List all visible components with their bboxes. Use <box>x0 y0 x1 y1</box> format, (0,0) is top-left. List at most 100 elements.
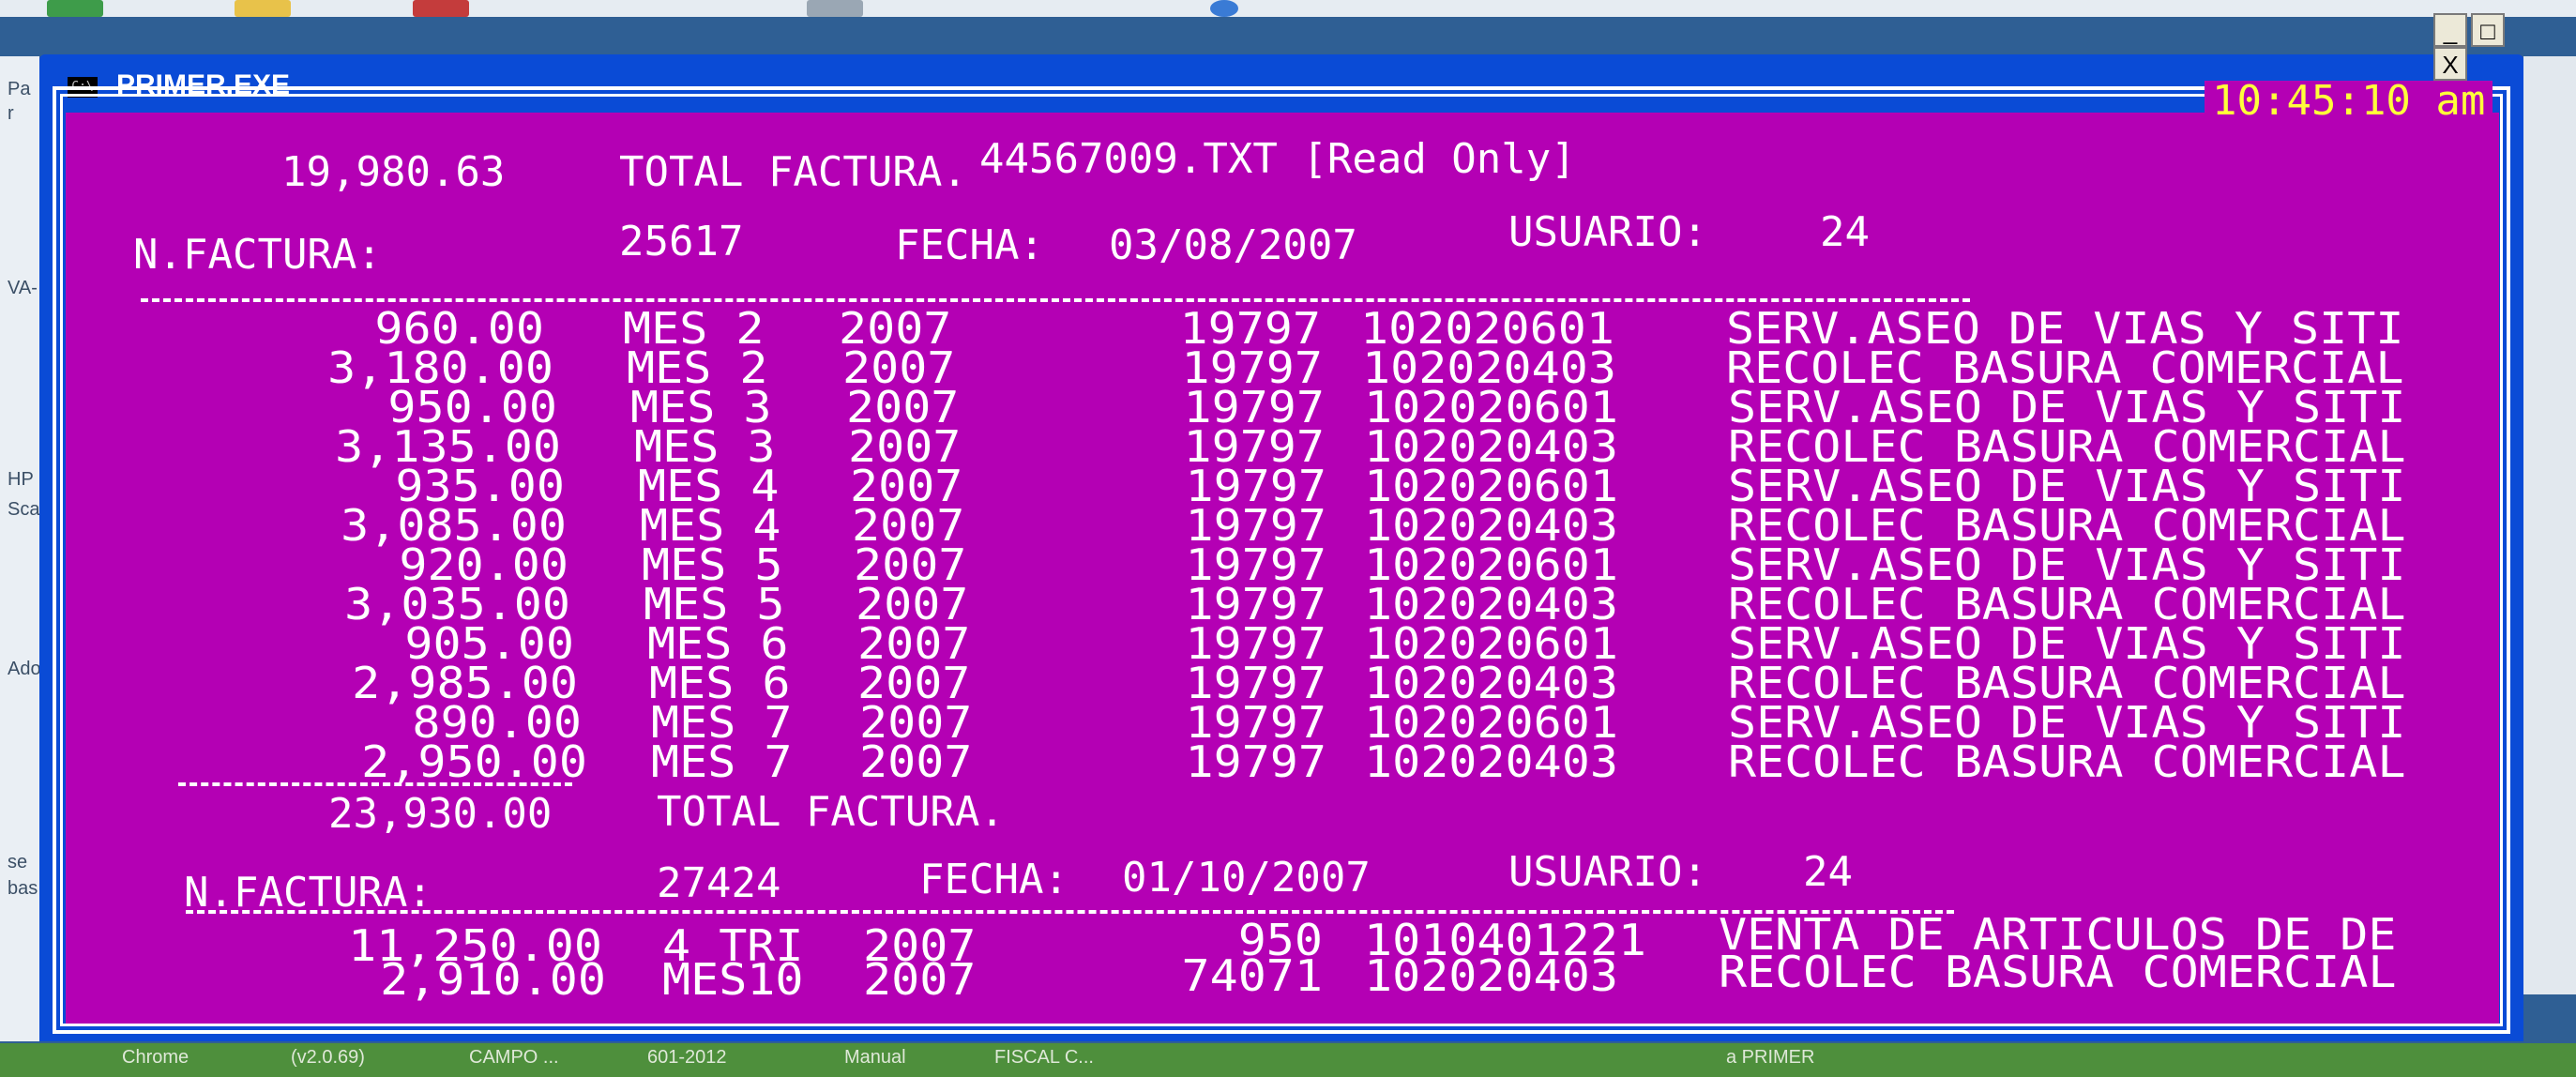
invoice-number-label: N.FACTURA: <box>133 231 382 279</box>
invoice-total: 23,930.00 <box>328 790 553 838</box>
taskbar-item[interactable]: 601-2012 <box>647 1047 727 1069</box>
desktop-globe-icon[interactable] <box>1210 0 1238 17</box>
row-account: 102020601 <box>1360 303 1614 354</box>
taskbar-item[interactable]: Chrome <box>122 1047 189 1069</box>
desktop-shortcut-icon[interactable] <box>47 0 103 17</box>
desktop-app-icon[interactable] <box>413 0 469 17</box>
row-year: 2007 <box>857 658 971 708</box>
invoice-user-label: USUARIO: <box>1508 848 1707 896</box>
window-controls: _ □X <box>2433 13 2523 81</box>
taskbar-item[interactable]: (v2.0.69) <box>291 1047 365 1069</box>
taskbar-item[interactable]: Manual <box>844 1047 906 1069</box>
row-year: 2007 <box>857 618 971 669</box>
row-user-code: 19797 <box>1185 539 1326 590</box>
row-year: 2007 <box>863 954 977 1005</box>
taskbar-item[interactable]: a PRIMER <box>1726 1047 1814 1069</box>
invoice-date: 01/10/2007 <box>1122 854 1371 902</box>
desktop-document-icon[interactable] <box>807 0 863 17</box>
row-amount: 2,950.00 <box>361 736 587 787</box>
row-year: 2007 <box>854 539 967 590</box>
row-account: 102020403 <box>1364 736 1618 787</box>
row-account: 102020601 <box>1364 539 1618 590</box>
row-period: MES 4 <box>640 500 781 551</box>
invoice-user: 24 <box>1803 848 1853 896</box>
row-period: MES 7 <box>651 697 793 748</box>
row-amount: 3,135.00 <box>335 421 561 472</box>
header-separator <box>141 298 1970 302</box>
desktop-left-edge: Pa r VA- HP Sca Ado se bas <box>0 56 41 1041</box>
row-concept: RECOLEC BASURA COMERCIAL <box>1726 342 2404 393</box>
row-user-code: 19797 <box>1183 382 1325 432</box>
row-account: 102020601 <box>1364 697 1618 748</box>
row-user-code: 19797 <box>1179 303 1321 354</box>
desktop-icon-label[interactable]: VA- <box>8 278 38 299</box>
row-concept: RECOLEC BASURA COMERCIAL <box>1728 579 2406 630</box>
row-account: 102020403 <box>1364 421 1618 472</box>
row-account: 102020403 <box>1364 579 1618 630</box>
row-period: MES10 <box>662 954 804 1005</box>
row-period: MES 3 <box>630 382 772 432</box>
row-user-code: 19797 <box>1185 500 1326 551</box>
taskbar-item[interactable]: FISCAL C... <box>994 1047 1094 1069</box>
desktop-icon-label[interactable]: Ado <box>8 659 41 680</box>
row-amount: 3,085.00 <box>341 500 567 551</box>
desktop-icon-label[interactable]: se <box>8 852 27 873</box>
invoice-date-label: FECHA: <box>895 221 1044 269</box>
row-concept: RECOLEC BASURA COMERCIAL <box>1728 658 2406 708</box>
row-period: MES 3 <box>634 421 776 472</box>
desktop-right-edge <box>2523 56 2576 994</box>
row-concept: RECOLEC BASURA COMERCIAL <box>1719 947 2397 997</box>
invoice-total-label: TOTAL FACTURA. <box>657 788 1005 836</box>
row-period: MES 5 <box>642 539 783 590</box>
row-year: 2007 <box>846 382 960 432</box>
row-amount: 2,985.00 <box>352 658 578 708</box>
invoice-number: 27424 <box>657 859 781 907</box>
invoice-user-label: USUARIO: <box>1508 208 1707 256</box>
row-year: 2007 <box>848 421 962 472</box>
invoice-number-label: N.FACTURA: <box>184 869 432 917</box>
desktop-icon-label[interactable]: Pa <box>8 79 30 100</box>
row-concept: SERV.ASEO DE VIAS Y SITI <box>1728 461 2406 511</box>
row-account: 102020403 <box>1364 500 1618 551</box>
file-title: 44567009.TXT [Read Only] <box>924 98 1582 183</box>
row-user-code: 19797 <box>1185 461 1326 511</box>
close-button[interactable]: X <box>2433 47 2467 81</box>
row-concept: SERV.ASEO DE VIAS Y SITI <box>1728 539 2406 590</box>
row-amount: 960.00 <box>374 303 544 354</box>
row-account: 102020403 <box>1364 950 1618 1001</box>
clock: 10:45:10 am <box>2205 81 2493 122</box>
row-concept: RECOLEC BASURA COMERCIAL <box>1728 421 2406 472</box>
desktop-icon-label[interactable]: r <box>8 103 14 125</box>
row-period: MES 6 <box>649 658 791 708</box>
maximize-button[interactable]: □ <box>2471 13 2505 47</box>
taskbar-item[interactable]: CAMPO ... <box>469 1047 559 1069</box>
desktop-icon-label[interactable]: HP <box>8 469 34 491</box>
row-concept: SERV.ASEO DE VIAS Y SITI <box>1726 303 2404 354</box>
invoice-total-label: TOTAL FACTURA. <box>619 148 967 196</box>
header-separator <box>186 910 1954 914</box>
invoice-user: 24 <box>1820 208 1870 256</box>
row-amount: 935.00 <box>395 461 565 511</box>
desktop-icon-label[interactable]: bas <box>8 878 38 900</box>
invoice-date-label: FECHA: <box>919 856 1068 903</box>
row-year: 2007 <box>859 697 973 748</box>
row-amount: 920.00 <box>399 539 568 590</box>
row-concept: RECOLEC BASURA COMERCIAL <box>1728 500 2406 551</box>
minimize-button[interactable]: _ <box>2433 13 2467 47</box>
subtotal-separator <box>178 782 572 786</box>
row-concept: SERV.ASEO DE VIAS Y SITI <box>1728 382 2406 432</box>
row-amount: 3,035.00 <box>344 579 570 630</box>
row-amount: 2,910.00 <box>380 954 606 1005</box>
row-year: 2007 <box>856 579 969 630</box>
row-period: MES 2 <box>627 342 768 393</box>
desktop-folder-icon[interactable] <box>235 0 291 17</box>
row-user-code: 19797 <box>1183 421 1325 472</box>
row-user-code: 19797 <box>1181 342 1323 393</box>
row-year: 2007 <box>839 303 952 354</box>
desktop-icon-label[interactable]: Sca <box>8 499 39 521</box>
row-account: 102020403 <box>1364 658 1618 708</box>
row-amount: 3,180.00 <box>327 342 553 393</box>
row-period: MES 5 <box>644 579 785 630</box>
row-period: MES 4 <box>638 461 780 511</box>
row-user-code: 74071 <box>1181 950 1323 1001</box>
